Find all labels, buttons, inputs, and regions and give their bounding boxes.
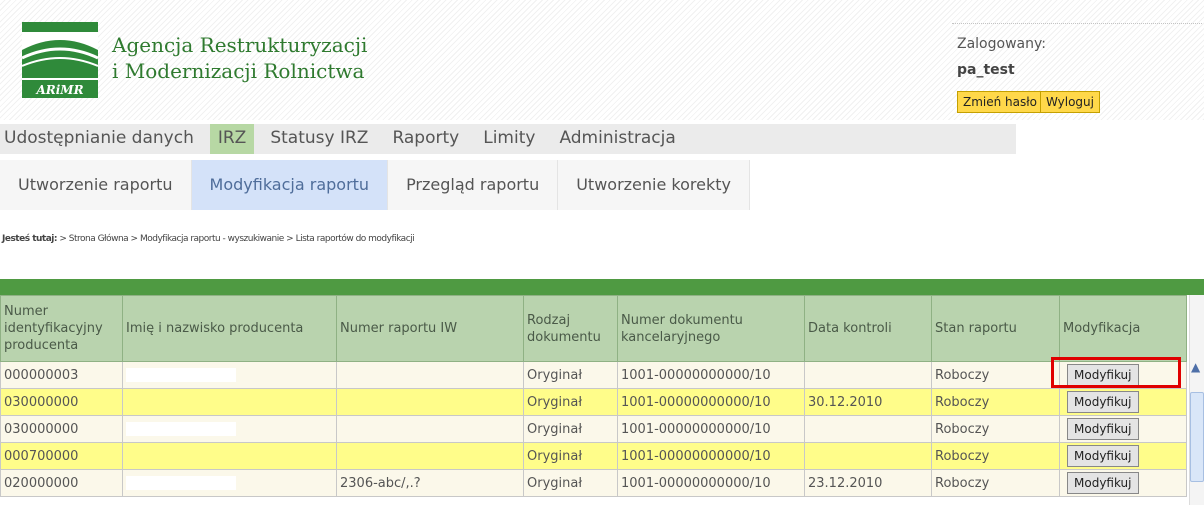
table-header-row: Numer identyfikacyjny producenta Imię i … (0, 295, 1187, 362)
logout-button[interactable]: Wyloguj (1040, 91, 1100, 113)
organization-name: Agencja Restrukturyzacji i Modernizacji … (112, 32, 367, 84)
tab-utworzenie-korekty[interactable]: Utworzenie korekty (558, 160, 750, 210)
tab-przeglad-raportu[interactable]: Przegląd raportu (388, 160, 559, 210)
table-row: 020000000 2306-abc/,.? Oryginał 1001-000… (0, 469, 1187, 497)
col-header-producer-id[interactable]: Numer identyfikacyjny producenta (0, 295, 123, 362)
cell-report-number (336, 361, 524, 389)
cell-document-type: Oryginał (523, 361, 618, 389)
col-header-document-type[interactable]: Rodzaj dokumentu (523, 295, 618, 362)
breadcrumb-label: Jesteś tutaj: (2, 234, 57, 244)
modify-button[interactable]: Modyfikuj (1067, 418, 1139, 440)
cell-producer-id: 020000000 (0, 469, 123, 497)
menu-limity[interactable]: Limity (475, 124, 544, 154)
arimr-logo: ARiMR (22, 22, 98, 98)
reports-table: Numer identyfikacyjny producenta Imię i … (0, 295, 1187, 497)
reports-table-container: Numer identyfikacyjny producenta Imię i … (0, 295, 1187, 497)
logged-in-label: Zalogowany: (957, 36, 1046, 52)
col-header-report-status[interactable]: Stan raportu (931, 295, 1060, 362)
cell-report-status: Roboczy (931, 469, 1060, 497)
cell-report-status: Roboczy (931, 361, 1060, 389)
cell-inspection-date (804, 361, 932, 389)
highlight-box (1051, 357, 1181, 388)
cell-document-type: Oryginał (523, 442, 618, 470)
cell-producer-id: 030000000 (0, 388, 123, 416)
cell-producer-name (122, 361, 337, 389)
cell-producer-id: 000700000 (0, 442, 123, 470)
cell-modification: Modyfikuj (1059, 388, 1187, 416)
logo-text: ARiMR (35, 83, 83, 97)
cell-document-type: Oryginał (523, 415, 618, 443)
cell-report-number (336, 442, 524, 470)
table-row: 000700000 Oryginał 1001-00000000000/10 R… (0, 442, 1187, 470)
cell-producer-name (122, 388, 337, 416)
cell-modification: Modyfikuj (1059, 469, 1187, 497)
menu-administracja[interactable]: Administracja (551, 124, 684, 154)
cell-inspection-date (804, 415, 932, 443)
modify-button[interactable]: Modyfikuj (1067, 445, 1139, 467)
cell-modification: Modyfikuj (1059, 415, 1187, 443)
cell-inspection-date (804, 442, 932, 470)
menu-udostepnianie-danych[interactable]: Udostępnianie danych (0, 124, 202, 154)
cell-report-status: Roboczy (931, 388, 1060, 416)
cell-report-status: Roboczy (931, 415, 1060, 443)
tab-modyfikacja-raportu[interactable]: Modyfikacja raportu (191, 160, 389, 210)
cell-office-document-number: 1001-00000000000/10 (617, 415, 805, 443)
col-header-inspection-date[interactable]: Data kontroli (804, 295, 932, 362)
scroll-up-arrow-icon[interactable]: ▲ (1191, 360, 1203, 378)
table-row: 030000000 Oryginał 1001-00000000000/10 R… (0, 415, 1187, 443)
menu-statusy-irz[interactable]: Statusy IRZ (262, 124, 377, 154)
header-divider (952, 23, 1202, 24)
redacted-name (126, 476, 236, 490)
top-menu: Udostępnianie danych IRZ Statusy IRZ Rap… (0, 124, 692, 154)
redacted-name (126, 368, 236, 382)
cell-producer-name (122, 415, 337, 443)
cell-report-number (336, 388, 524, 416)
cell-report-number (336, 415, 524, 443)
table-top-bar (0, 279, 1204, 295)
cell-office-document-number: 1001-00000000000/10 (617, 361, 805, 389)
col-header-producer-name[interactable]: Imię i nazwisko producenta (122, 295, 337, 362)
cell-inspection-date: 30.12.2010 (804, 388, 932, 416)
table-row: 030000000 Oryginał 1001-00000000000/10 3… (0, 388, 1187, 416)
org-name-line1: Agencja Restrukturyzacji (112, 33, 368, 57)
org-name-line2: i Modernizacji Rolnictwa (112, 59, 365, 83)
cell-report-number: 2306-abc/,.? (336, 469, 524, 497)
username: pa_test (957, 62, 1015, 78)
page-header: ARiMR Agencja Restrukturyzacji i Moderni… (0, 0, 1204, 120)
cell-producer-name (122, 442, 337, 470)
col-header-report-number[interactable]: Numer raportu IW (336, 295, 524, 362)
cell-producer-name (122, 469, 337, 497)
breadcrumb-path: > Strona Główna > Modyfikacja raportu - … (56, 234, 415, 244)
table-row: 000000003 Oryginał 1001-00000000000/10 R… (0, 361, 1187, 389)
breadcrumb: Jesteś tutaj: > Strona Główna > Modyfika… (2, 234, 415, 244)
redacted-name (126, 422, 236, 436)
cell-producer-id: 030000000 (0, 415, 123, 443)
col-header-modification: Modyfikacja (1059, 295, 1187, 362)
cell-producer-id: 000000003 (0, 361, 123, 389)
cell-document-type: Oryginał (523, 469, 618, 497)
cell-modification: Modyfikuj (1059, 442, 1187, 470)
sub-menu: Utworzenie raportu Modyfikacja raportu P… (0, 160, 750, 210)
col-header-office-document-number[interactable]: Numer dokumentu kancelaryjnego (617, 295, 805, 362)
modify-button[interactable]: Modyfikuj (1067, 472, 1139, 494)
change-password-button[interactable]: Zmień hasło (957, 91, 1044, 113)
cell-report-status: Roboczy (931, 442, 1060, 470)
cell-document-type: Oryginał (523, 388, 618, 416)
cell-office-document-number: 1001-00000000000/10 (617, 469, 805, 497)
scrollbar-thumb[interactable] (1190, 392, 1204, 482)
cell-inspection-date: 23.12.2010 (804, 469, 932, 497)
menu-raporty[interactable]: Raporty (384, 124, 468, 154)
cell-office-document-number: 1001-00000000000/10 (617, 442, 805, 470)
modify-button[interactable]: Modyfikuj (1067, 391, 1139, 413)
tab-utworzenie-raportu[interactable]: Utworzenie raportu (0, 160, 192, 210)
menu-irz[interactable]: IRZ (209, 124, 255, 154)
cell-office-document-number: 1001-00000000000/10 (617, 388, 805, 416)
